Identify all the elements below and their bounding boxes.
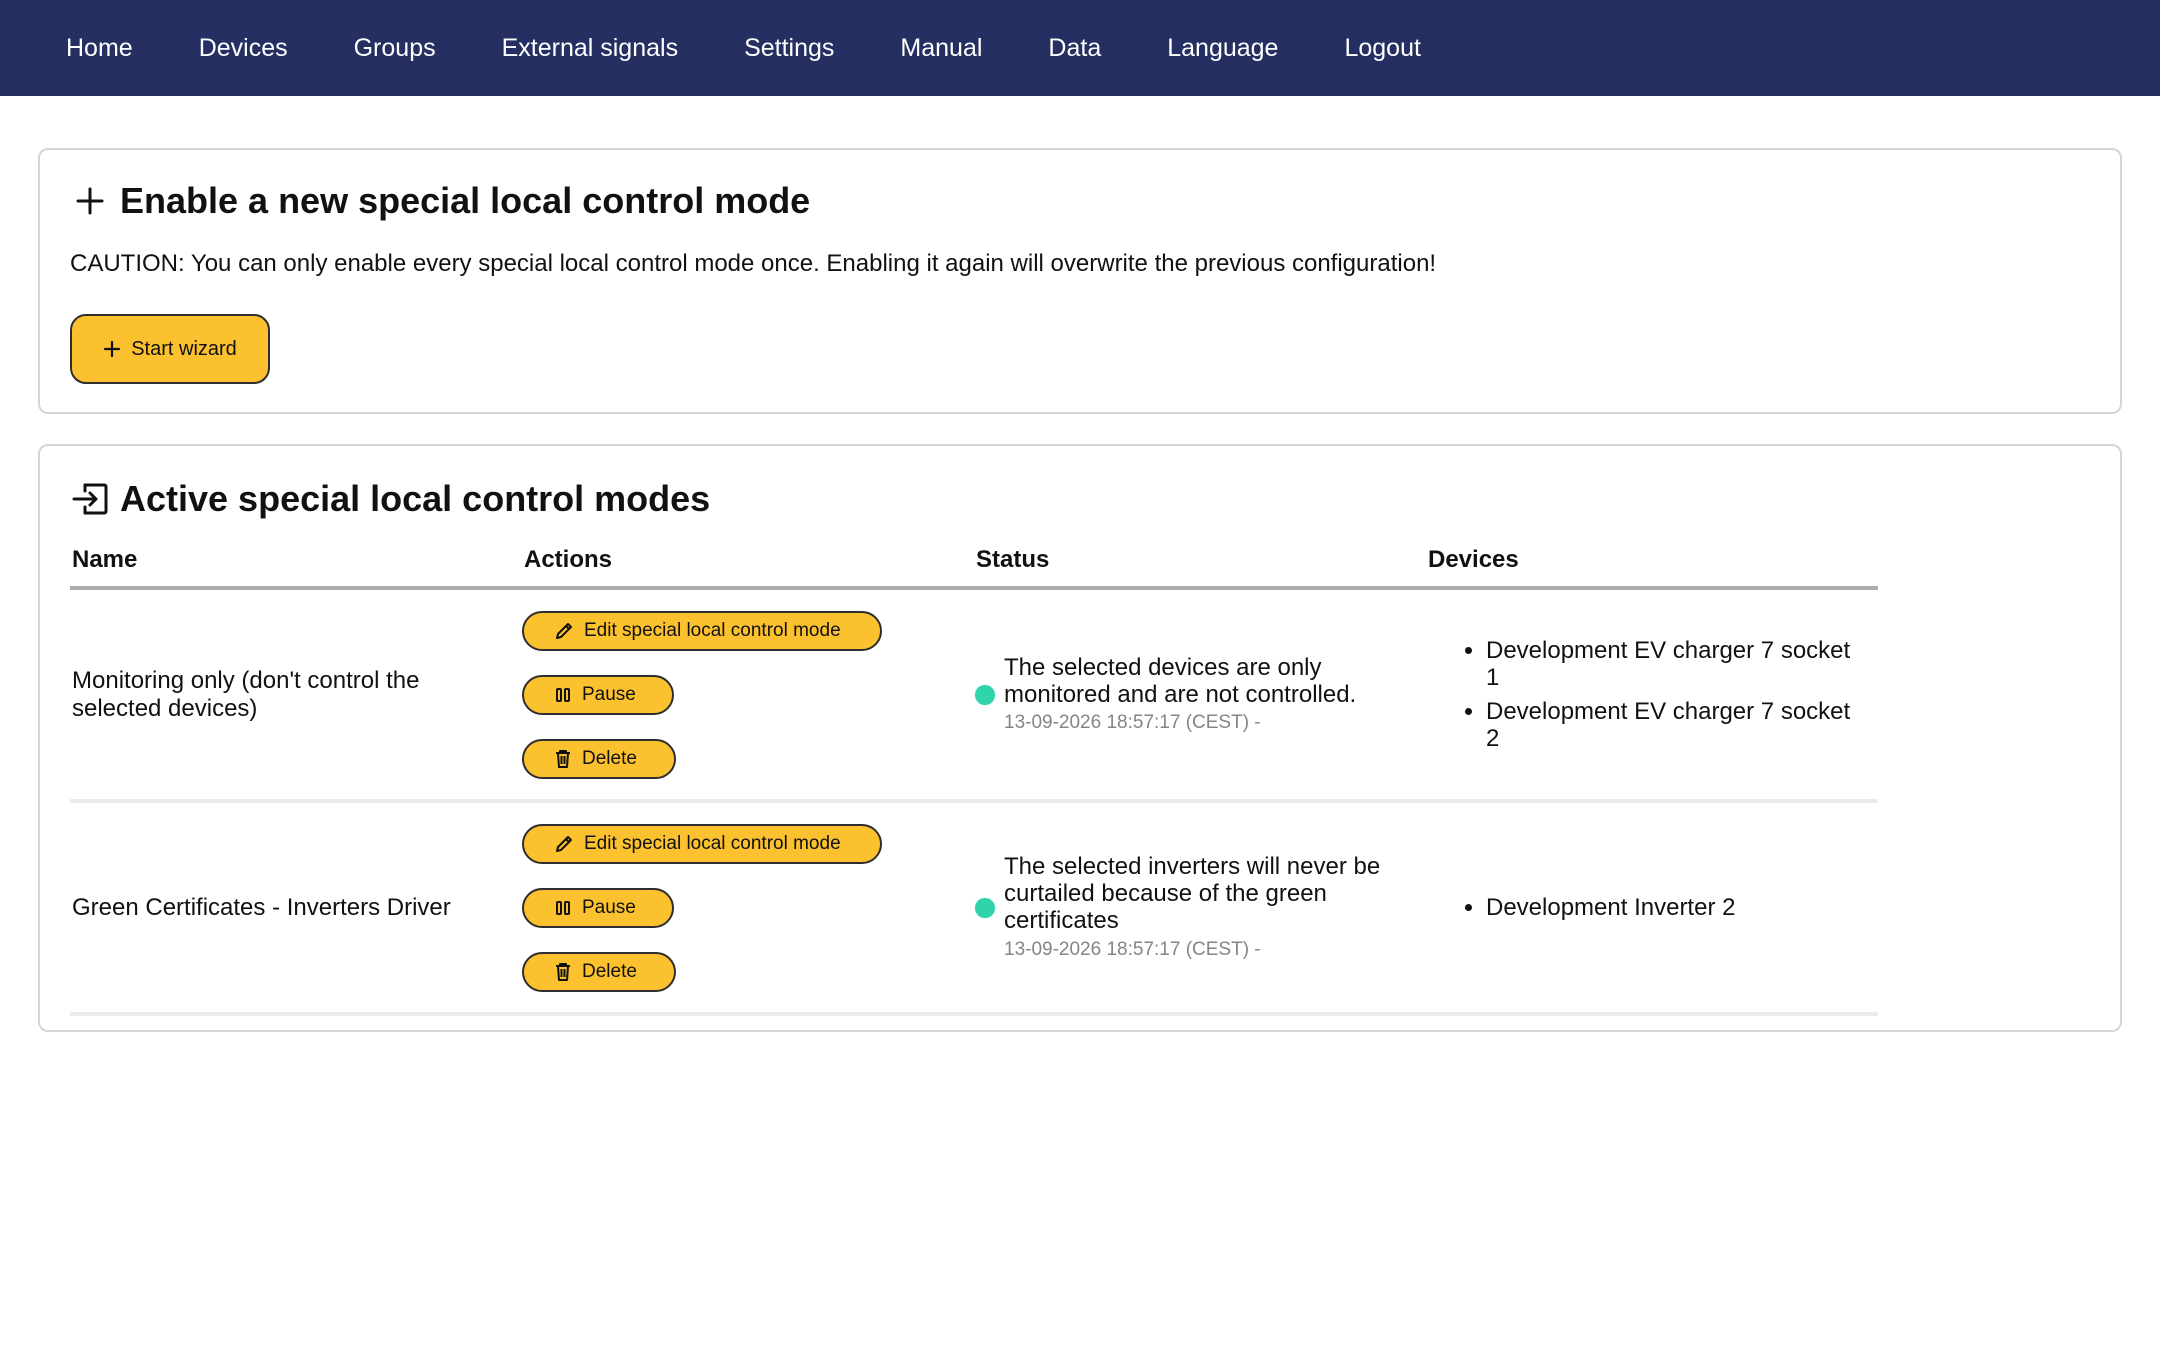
edit-mode-button[interactable]: Edit special local control mode <box>522 823 882 864</box>
delete-button[interactable]: Delete <box>522 951 676 992</box>
device-item: Development Inverter 2 <box>1486 894 1735 921</box>
caution-text: CAUTION: You can only enable every speci… <box>70 250 1437 277</box>
status-text: The selected devices are only monitored … <box>1004 653 1357 708</box>
table-row: Monitoring only (don't control the selec… <box>70 590 1878 803</box>
mode-status: The selected inverters will never be cur… <box>974 803 1426 1012</box>
device-item: Development EV charger 7 socket 1 <box>1486 637 1858 691</box>
nav-home[interactable]: Home <box>66 34 133 63</box>
top-nav: Home Devices Groups External signals Set… <box>0 0 2160 96</box>
table-header: Name Actions Status Devices <box>70 542 1878 590</box>
edit-mode-button[interactable]: Edit special local control mode <box>522 610 882 651</box>
nav-external-signals[interactable]: External signals <box>502 34 678 63</box>
mode-name: Green Certificates - Inverters Driver <box>72 893 451 921</box>
pause-button[interactable]: Pause <box>522 674 674 715</box>
pencil-icon <box>556 622 572 639</box>
active-modes-title: Active special local control modes <box>70 478 710 520</box>
active-modes-title-text: Active special local control modes <box>120 478 711 519</box>
start-wizard-button[interactable]: Start wizard <box>70 314 270 384</box>
modes-table: Name Actions Status Devices Monitoring o… <box>70 542 1878 1016</box>
status-text: The selected inverters will never be cur… <box>1004 853 1381 934</box>
status-timestamp: 13-09-2026 18:57:17 (CEST) - <box>1004 938 1261 960</box>
nav-language[interactable]: Language <box>1167 34 1278 63</box>
status-timestamp: 13-09-2026 18:57:17 (CEST) - <box>1004 712 1261 734</box>
nav-data[interactable]: Data <box>1048 34 1101 63</box>
status-indicator-icon <box>974 683 996 706</box>
pause-icon <box>556 687 570 702</box>
mode-status: The selected devices are only monitored … <box>974 590 1426 799</box>
edit-mode-label: Edit special local control mode <box>584 832 841 854</box>
delete-label: Delete <box>582 747 637 769</box>
nav-manual[interactable]: Manual <box>900 34 982 63</box>
mode-name: Monitoring only (don't control the selec… <box>72 666 420 722</box>
column-header-devices: Devices <box>1428 546 1519 573</box>
nav-groups[interactable]: Groups <box>354 34 436 63</box>
active-modes-card: Active special local control modes Name … <box>38 444 2122 1032</box>
column-header-status: Status <box>976 546 1050 573</box>
trash-icon <box>556 749 570 768</box>
plus-icon <box>70 181 110 221</box>
pause-label: Pause <box>582 683 636 705</box>
enable-mode-title: Enable a new special local control mode <box>70 180 810 222</box>
edit-mode-label: Edit special local control mode <box>584 619 841 641</box>
delete-label: Delete <box>582 960 637 982</box>
pause-icon <box>556 900 570 915</box>
nav-devices[interactable]: Devices <box>199 34 288 63</box>
nav-logout[interactable]: Logout <box>1344 34 1420 63</box>
pause-label: Pause <box>582 896 636 918</box>
device-item: Development EV charger 7 socket 2 <box>1486 698 1858 752</box>
plus-icon <box>104 340 121 358</box>
enable-mode-card: Enable a new special local control mode … <box>38 148 2122 414</box>
column-header-actions: Actions <box>524 546 613 573</box>
mode-devices: Development EV charger 7 socket 1 Develo… <box>1426 590 1878 799</box>
pencil-icon <box>556 835 572 852</box>
mode-devices: Development Inverter 2 <box>1426 803 1878 1012</box>
start-wizard-label: Start wizard <box>131 337 237 360</box>
pause-button[interactable]: Pause <box>522 887 674 928</box>
delete-button[interactable]: Delete <box>522 738 676 779</box>
nav-settings[interactable]: Settings <box>744 34 834 63</box>
enable-mode-title-text: Enable a new special local control mode <box>120 180 811 221</box>
enter-box-icon <box>70 479 110 519</box>
table-row: Green Certificates - Inverters Driver Ed… <box>70 803 1878 1016</box>
trash-icon <box>556 962 570 981</box>
status-indicator-icon <box>974 896 996 919</box>
mode-actions: Edit special local control mode Pause De… <box>522 590 974 799</box>
column-header-name: Name <box>72 546 138 573</box>
mode-actions: Edit special local control mode Pause De… <box>522 803 974 1012</box>
